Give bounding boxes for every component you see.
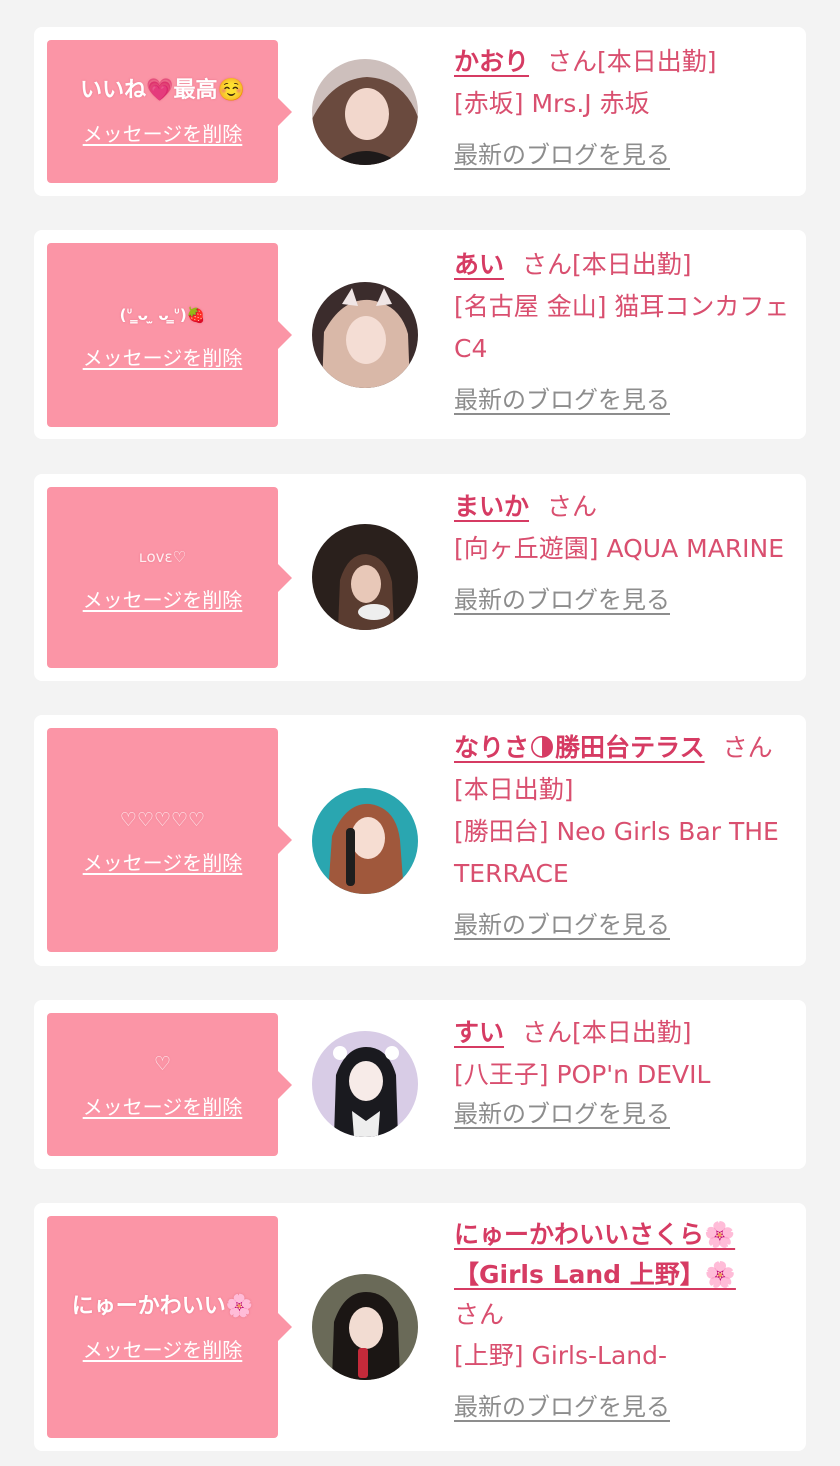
name-line: まいか さん xyxy=(454,486,799,528)
shop-name: [名古屋 金山] 猫耳コンカフェ C4 xyxy=(454,292,790,363)
message-card: ♡♡♡♡♡ メッセージを削除 なりさ🌗勝田台テラス さん[本日出勤] [勝田台] … xyxy=(34,715,806,966)
honorific: さん xyxy=(454,1300,505,1329)
message-text: (ᐡ ̳ᴗ ̫ ᴗ ̳ᐡ)🍓 xyxy=(119,305,206,324)
message-bubble: ʟovε♡ メッセージを削除 xyxy=(47,487,292,668)
cast-name-link[interactable]: かおり xyxy=(454,47,529,76)
shop-name: [勝田台] Neo Girls Bar THE TERRACE xyxy=(454,817,779,888)
message-bubble: いいね💗最高☺️ メッセージを削除 xyxy=(47,40,292,183)
honorific: さん xyxy=(547,47,598,76)
cast-name-link[interactable]: すい xyxy=(454,1018,504,1047)
name-line: なりさ🌗勝田台テラス さん[本日出勤] xyxy=(454,727,799,811)
avatar[interactable] xyxy=(312,524,418,630)
attendance-status: [本日出勤] xyxy=(597,47,717,76)
name-line: かおり さん[本日出勤] xyxy=(454,41,799,83)
honorific: さん xyxy=(547,492,598,521)
honorific: さ xyxy=(722,733,748,762)
honorific: さん xyxy=(522,250,573,279)
delete-message-link[interactable]: メッセージを削除 xyxy=(83,1091,243,1120)
honorific: さん xyxy=(522,1018,573,1047)
profile-info: なりさ🌗勝田台テラス さん[本日出勤] [勝田台] Neo Girls Bar T… xyxy=(454,727,799,943)
delete-message-link[interactable]: メッセージを削除 xyxy=(83,342,243,371)
message-card: にゅーかわいい🌸 メッセージを削除 にゅーかわいいさくら🌸【Girls Land… xyxy=(34,1203,806,1451)
cast-name-link[interactable]: にゅーかわいいさくら🌸【Girls Land 上野】🌸 xyxy=(454,1220,736,1289)
latest-blog-link[interactable]: 最新のブログを見る xyxy=(454,1096,670,1132)
avatar[interactable] xyxy=(312,1031,418,1137)
delete-message-link[interactable]: メッセージを削除 xyxy=(83,118,243,147)
message-text: ♡♡♡♡♡ xyxy=(119,808,206,831)
shop-name: [赤坂] Mrs.J 赤坂 xyxy=(454,89,650,118)
message-card: いいね💗最高☺️ メッセージを削除 かおり さん[本日出勤] [赤坂] Mrs.J… xyxy=(34,27,806,196)
profile-info: まいか さん [向ヶ丘遊園] AQUA MARINE 最新のブログを見る xyxy=(454,486,799,618)
delete-message-link[interactable]: メッセージを削除 xyxy=(83,584,243,613)
latest-blog-link[interactable]: 最新のブログを見る xyxy=(454,1389,670,1425)
avatar[interactable] xyxy=(312,282,418,388)
message-card: (ᐡ ̳ᴗ ̫ ᴗ ̳ᐡ)🍓 メッセージを削除 あい さん[本日出勤] [名古屋 … xyxy=(34,230,806,439)
latest-blog-link[interactable]: 最新のブログを見る xyxy=(454,907,670,943)
cast-name-link[interactable]: あい xyxy=(454,250,504,279)
message-card: ʟovε♡ メッセージを削除 まいか さん [向ヶ丘遊園] AQUA MARINE… xyxy=(34,474,806,681)
latest-blog-link[interactable]: 最新のブログを見る xyxy=(454,382,670,418)
name-line: あい さん[本日出勤] xyxy=(454,244,799,286)
message-text: にゅーかわいい🌸 xyxy=(71,1293,254,1319)
latest-blog-link[interactable]: 最新のブログを見る xyxy=(454,137,670,173)
message-text: ♡ xyxy=(153,1053,172,1075)
attendance-status: [本日出勤] xyxy=(572,1018,692,1047)
message-card: ♡ メッセージを削除 すい さん[本日出勤] [八王子] POP'n DEVIL … xyxy=(34,1000,806,1169)
shop-name: [向ヶ丘遊園] AQUA MARINE xyxy=(454,534,785,563)
cast-name-link[interactable]: なりさ🌗勝田台テラス xyxy=(454,733,705,762)
name-line: すい さん[本日出勤] xyxy=(454,1012,799,1054)
profile-info: かおり さん[本日出勤] [赤坂] Mrs.J 赤坂 最新のブログを見る xyxy=(454,41,799,173)
avatar[interactable] xyxy=(312,1274,418,1380)
latest-blog-link[interactable]: 最新のブログを見る xyxy=(454,582,670,618)
cast-name-link[interactable]: まいか xyxy=(454,492,529,521)
delete-message-link[interactable]: メッセージを削除 xyxy=(83,1334,243,1363)
message-text: いいね💗最高☺️ xyxy=(80,78,245,103)
shop-name: [八王子] POP'n DEVIL xyxy=(454,1060,711,1089)
message-bubble: (ᐡ ̳ᴗ ̫ ᴗ ̳ᐡ)🍓 メッセージを削除 xyxy=(47,243,292,427)
message-text: ʟovε♡ xyxy=(138,548,187,566)
delete-message-link[interactable]: メッセージを削除 xyxy=(83,847,243,876)
profile-info: すい さん[本日出勤] [八王子] POP'n DEVIL 最新のブログを見る xyxy=(454,1012,799,1132)
message-bubble: ♡♡♡♡♡ メッセージを削除 xyxy=(47,728,292,952)
message-list: いいね💗最高☺️ メッセージを削除 かおり さん[本日出勤] [赤坂] Mrs.J… xyxy=(0,0,840,1466)
avatar[interactable] xyxy=(312,59,418,165)
profile-info: にゅーかわいいさくら🌸【Girls Land 上野】🌸 さん [上野] Girls… xyxy=(454,1215,799,1425)
attendance-status: [本日出勤] xyxy=(572,250,692,279)
shop-name: [上野] Girls-Land- xyxy=(454,1341,668,1370)
profile-info: あい さん[本日出勤] [名古屋 金山] 猫耳コンカフェ C4 最新のブログを見る xyxy=(454,244,799,418)
name-line: にゅーかわいいさくら🌸【Girls Land 上野】🌸 さん xyxy=(454,1215,799,1335)
message-bubble: にゅーかわいい🌸 メッセージを削除 xyxy=(47,1216,292,1438)
message-bubble: ♡ メッセージを削除 xyxy=(47,1013,292,1156)
avatar[interactable] xyxy=(312,788,418,894)
